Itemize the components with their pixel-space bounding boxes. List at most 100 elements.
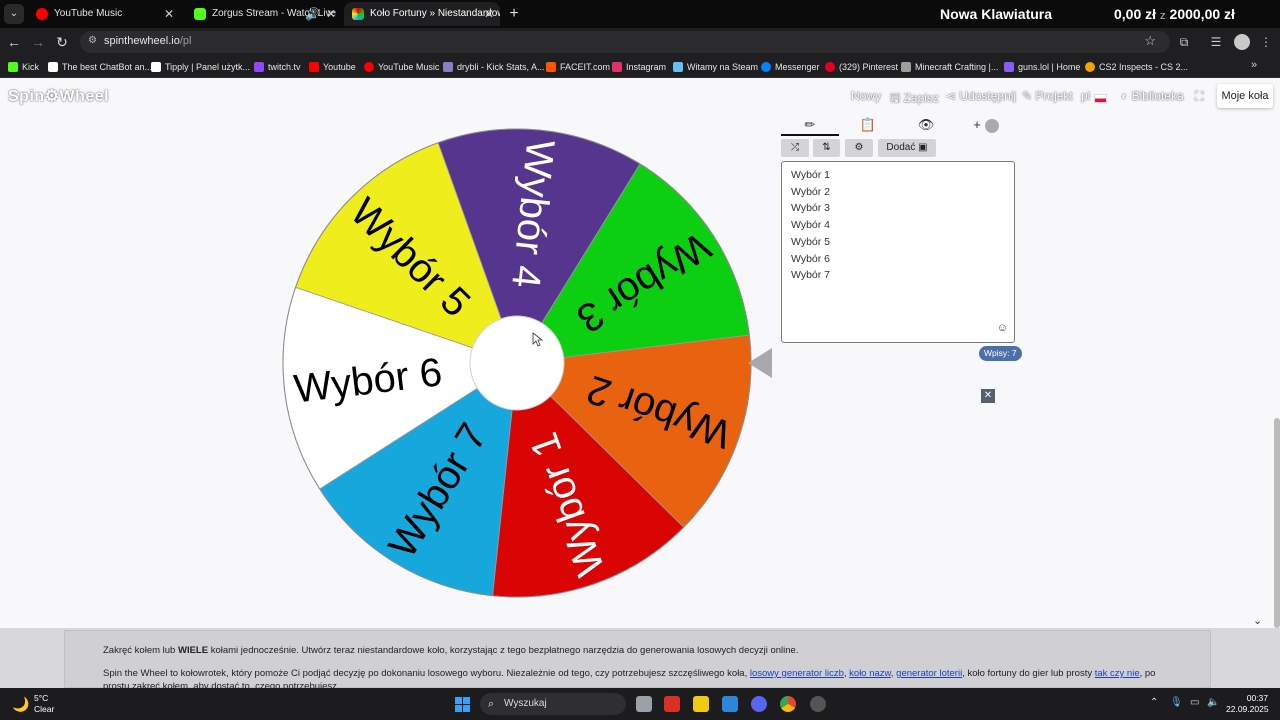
volume-icon[interactable]: 🔈 [1207, 697, 1219, 708]
bookmark-favicon [151, 62, 161, 72]
discord-icon[interactable] [751, 696, 767, 712]
speaker-icon[interactable]: 🔊 [305, 2, 320, 26]
add-button-label: Dodać [886, 142, 916, 153]
menu-icon[interactable]: ⋮ [1258, 34, 1274, 50]
site-info-icon[interactable]: ⚙ [88, 35, 100, 47]
shuffle-icon: ⤮ [791, 142, 799, 153]
bookmark-favicon [673, 62, 683, 72]
bookmark-favicon [901, 62, 911, 72]
info-text: Spin the Wheel to kołowrotek, który pomo… [103, 668, 750, 679]
language-selector[interactable]: pl [1081, 89, 1090, 103]
bookmark-item[interactable]: CS2 Inspects - CS 2... [1085, 59, 1188, 75]
close-icon[interactable]: ✕ [981, 389, 995, 403]
wheel-canvas[interactable]: Wybór 1Wybór 2Wybór 3Wybór 4Wybór 5Wybór… [0, 78, 800, 628]
bookmark-favicon [443, 62, 453, 72]
reload-button[interactable]: ↻ [52, 32, 72, 52]
close-tab-icon[interactable]: ✕ [164, 2, 174, 26]
save-button[interactable]: 🖫 Zapisz [890, 89, 939, 110]
edit-tab[interactable]: ✏ [781, 114, 839, 136]
chevron-down-icon[interactable]: ⌄ [1253, 614, 1262, 627]
windows-start-icon[interactable] [455, 697, 470, 712]
hidden-tab[interactable]: 👁 [897, 114, 955, 136]
wheel-center-button[interactable] [469, 315, 565, 411]
more-bookmarks-icon[interactable]: » [1251, 59, 1257, 71]
settings-button[interactable]: ⚙ [845, 139, 873, 157]
youtube-music-icon [36, 8, 48, 20]
bookmark-item[interactable]: Tipply | Panel użytk... [151, 59, 250, 75]
info-text: Zakręć kołem lub [103, 645, 178, 656]
bookmark-star-icon[interactable]: ☆ [1144, 33, 1156, 49]
info-box: Zakręć kołem lub WIELE kołami jednocześn… [64, 630, 1211, 692]
image-icon: ▣ [918, 142, 928, 153]
bookmark-item[interactable]: guns.lol | Home [1004, 59, 1080, 75]
store-icon[interactable] [722, 696, 738, 712]
name-wheel-link[interactable]: koło nazw [849, 668, 891, 679]
promo-current: 0,00 zł [1114, 6, 1157, 22]
bookmark-item[interactable]: (329) Pinterest [825, 59, 898, 75]
bookmark-label: Kick [22, 62, 40, 72]
wheel-pointer [748, 348, 772, 378]
temperature: 5°C [34, 693, 49, 703]
bookmark-item[interactable]: YouTube Music [364, 59, 439, 75]
emoji-icon[interactable]: ☺ [997, 322, 1008, 334]
task-view-icon[interactable] [636, 696, 652, 712]
tab-zorgus-stream[interactable]: Zorgus Stream - Watch Live 🔊 ✕ [186, 2, 342, 26]
tab-kolo-fortuny[interactable]: Koło Fortuny » Niestandardowe ✕ [344, 2, 500, 26]
bookmark-item[interactable]: FACEIT.com [546, 59, 610, 75]
sort-button[interactable]: ⇅ [813, 139, 840, 157]
design-button[interactable]: ✎ Projekt [1022, 89, 1073, 103]
forward-button[interactable]: → [28, 32, 48, 52]
tray-overflow-icon[interactable]: ⌃ [1150, 697, 1158, 708]
info-text: , koło fortuny do gier lub prosty [962, 668, 1095, 679]
taskbar-search[interactable]: ⌕ Wyszukaj [480, 693, 626, 715]
profile-avatar[interactable] [1234, 34, 1250, 50]
yes-no-link[interactable]: tak czy nie [1095, 668, 1140, 679]
bookmark-favicon [364, 62, 374, 72]
bookmark-item[interactable]: Messenger [761, 59, 820, 75]
bookmark-item[interactable]: twitch.tv [254, 59, 301, 75]
close-tab-icon[interactable]: ✕ [484, 2, 494, 26]
microphone-icon[interactable]: 🎙 [1170, 697, 1183, 708]
lottery-generator-link[interactable]: generator loterii [896, 668, 962, 679]
tab-search-button[interactable]: ⌄ [4, 4, 24, 24]
results-tab[interactable]: 📋 [839, 114, 897, 136]
amd-icon[interactable] [664, 696, 680, 712]
system-clock[interactable]: 00:37 22.09.2025 [1226, 693, 1269, 715]
page-scrollbar[interactable] [1274, 418, 1280, 628]
save-label: Zapisz [903, 91, 939, 105]
library-button[interactable]: ◐ Biblioteka [1121, 89, 1184, 103]
weather-widget[interactable]: 5°C Clear [34, 693, 54, 715]
reading-list-icon[interactable]: ☰ [1208, 34, 1224, 50]
my-wheels-button[interactable]: Moje koła [1217, 84, 1273, 108]
add-image-button[interactable]: Dodać ▣ [878, 139, 936, 157]
weather-condition: Clear [34, 704, 55, 714]
bookmark-item[interactable]: Witamy na Steam [673, 59, 758, 75]
bookmark-item[interactable]: Minecraft Crafting |... [901, 59, 998, 75]
shuffle-button[interactable]: ⤮ [781, 139, 809, 157]
new-wheel-button[interactable]: Nowy [851, 89, 881, 103]
address-bar[interactable]: ⚙ spinthewheel.io/pl ☆ [80, 31, 1170, 53]
entries-textarea[interactable]: Wybór 1 Wybór 2 Wybór 3 Wybór 4 Wybór 5 … [781, 161, 1015, 343]
bookmark-item[interactable]: Kick [8, 59, 39, 75]
steam-icon[interactable] [810, 696, 826, 712]
bookmarks-bar: Kick The best ChatBot an... Tipply | Pan… [0, 56, 1280, 78]
random-number-link[interactable]: losowy generator liczb [750, 668, 844, 679]
bookmark-item[interactable]: Instagram [612, 59, 666, 75]
moon-icon[interactable]: 🌙 [12, 696, 29, 713]
promo-separator: z [1160, 10, 1166, 22]
file-explorer-icon[interactable] [693, 696, 709, 712]
back-button[interactable]: ← [4, 32, 24, 52]
chrome-icon[interactable] [780, 696, 796, 712]
add-image-tab[interactable]: + [957, 114, 1015, 136]
bookmark-item[interactable]: Youtube [309, 59, 356, 75]
share-button[interactable]: ⋖ Udostępnij [946, 89, 1016, 103]
bookmark-label: Youtube [323, 62, 356, 72]
close-tab-icon[interactable]: ✕ [326, 2, 336, 26]
tab-youtube-music[interactable]: YouTube Music ✕ [28, 2, 180, 26]
new-tab-button[interactable]: + [504, 2, 524, 26]
fullscreen-icon[interactable]: ⛶ [1195, 89, 1203, 104]
bookmark-item[interactable]: The best ChatBot an... [48, 59, 152, 75]
bookmark-item[interactable]: drybli - Kick Stats, A... [443, 59, 545, 75]
extensions-icon[interactable]: ⧉ [1176, 34, 1192, 50]
network-icon[interactable]: ▭ [1190, 697, 1199, 708]
